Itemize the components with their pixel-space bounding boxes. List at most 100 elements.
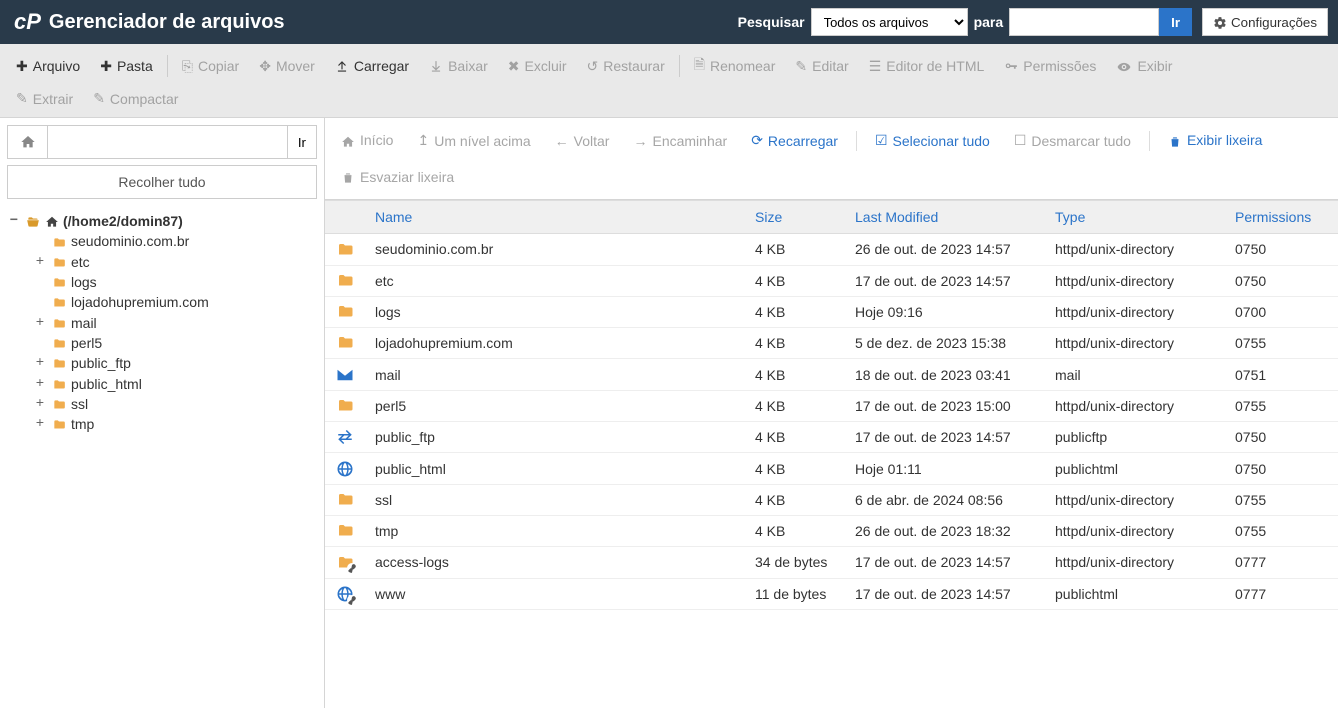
tree-item-label: seudominio.com.br: [71, 233, 189, 249]
expand-icon[interactable]: +: [33, 315, 47, 331]
table-row[interactable]: public_html4 KBHoje 01:11publichtml0750: [325, 453, 1338, 484]
row-last-modified: Hoje 09:16: [845, 296, 1045, 327]
expand-icon[interactable]: [33, 335, 47, 351]
rename-button[interactable]: 🗎Renomear: [684, 48, 786, 84]
expand-icon[interactable]: +: [33, 376, 47, 392]
empty-trash-button[interactable]: Esvaziar lixeira: [331, 163, 464, 191]
restore-button[interactable]: ↺Restaurar: [577, 52, 675, 81]
table-row[interactable]: ssl4 KB6 de abr. de 2024 08:56httpd/unix…: [325, 484, 1338, 515]
folder-icon: [51, 294, 67, 310]
tree-item[interactable]: +public_ftp: [7, 353, 317, 373]
table-row[interactable]: mail4 KB18 de out. de 2023 03:41mail0751: [325, 359, 1338, 390]
tree-item-label: lojadohupremium.com: [71, 294, 209, 310]
expand-icon[interactable]: +: [33, 416, 47, 432]
expand-icon[interactable]: [33, 274, 47, 290]
permissions-button[interactable]: Permissões: [994, 52, 1106, 80]
upload-button[interactable]: Carregar: [325, 52, 419, 80]
tree-item[interactable]: +public_html: [7, 373, 317, 393]
row-icon: [325, 296, 365, 327]
rename-icon: 🗎: [694, 54, 705, 78]
reload-button[interactable]: ⟳Recarregar: [741, 126, 848, 155]
extract-button[interactable]: ✎Extrair: [6, 84, 83, 113]
row-size: 4 KB: [745, 515, 845, 546]
col-size[interactable]: Size: [745, 201, 845, 234]
expand-icon[interactable]: [33, 233, 47, 249]
tree-item[interactable]: +ssl: [7, 394, 317, 414]
path-input[interactable]: [47, 125, 288, 159]
copy-button[interactable]: ⎘Copiar: [172, 52, 249, 81]
view-trash-button[interactable]: Exibir lixeira: [1158, 126, 1272, 154]
tree-item[interactable]: lojadohupremium.com: [7, 292, 317, 312]
edit-button[interactable]: ✎Editar: [785, 52, 858, 81]
col-name[interactable]: Name: [365, 201, 745, 234]
row-name: logs: [365, 296, 745, 327]
html-editor-button[interactable]: ☰Editor de HTML: [859, 52, 995, 81]
col-permissions[interactable]: Permissions: [1225, 201, 1338, 234]
search-go-button[interactable]: Ir: [1159, 8, 1192, 36]
upload-icon: [335, 58, 349, 74]
tree-item[interactable]: +tmp: [7, 414, 317, 434]
select-all-button[interactable]: ☑Selecionar tudo: [865, 126, 1000, 155]
expand-icon[interactable]: +: [33, 355, 47, 371]
table-row[interactable]: public_ftp4 KB17 de out. de 2023 14:57pu…: [325, 422, 1338, 453]
view-button[interactable]: Exibir: [1106, 52, 1182, 80]
new-folder-button[interactable]: ✚Pasta: [90, 52, 163, 81]
home-icon: [341, 132, 355, 148]
search-scope-select[interactable]: Todos os arquivos: [811, 8, 968, 36]
table-row[interactable]: etc4 KB17 de out. de 2023 14:57httpd/uni…: [325, 265, 1338, 296]
nav-home-button[interactable]: Início: [331, 126, 403, 154]
row-size: 4 KB: [745, 234, 845, 265]
nav-back-button[interactable]: ←Voltar: [545, 127, 620, 155]
table-row[interactable]: access-logs34 de bytes17 de out. de 2023…: [325, 547, 1338, 578]
table-row[interactable]: lojadohupremium.com4 KB5 de dez. de 2023…: [325, 328, 1338, 359]
tree-item[interactable]: logs: [7, 272, 317, 292]
home-button[interactable]: [7, 125, 47, 159]
table-row[interactable]: perl54 KB17 de out. de 2023 15:00httpd/u…: [325, 390, 1338, 421]
tree-item[interactable]: perl5: [7, 333, 317, 353]
table-row[interactable]: www11 de bytes17 de out. de 2023 14:57pu…: [325, 578, 1338, 609]
copy-icon: ⎘: [182, 58, 193, 75]
delete-button[interactable]: ✖Excluir: [498, 52, 577, 81]
compress-button[interactable]: ✎Compactar: [83, 84, 188, 113]
row-last-modified: 18 de out. de 2023 03:41: [845, 359, 1045, 390]
row-icon: [325, 484, 365, 515]
extract-icon: ✎: [16, 90, 28, 107]
row-name: www: [365, 578, 745, 609]
expand-icon[interactable]: +: [33, 254, 47, 270]
path-go-button[interactable]: Ir: [288, 125, 317, 159]
cpanel-logo-icon: cP: [14, 9, 41, 35]
settings-button[interactable]: Configurações: [1202, 8, 1328, 36]
collapse-icon[interactable]: −: [7, 213, 21, 229]
row-permissions: 0777: [1225, 547, 1338, 578]
table-row[interactable]: tmp4 KB26 de out. de 2023 18:32httpd/uni…: [325, 515, 1338, 546]
search-input[interactable]: [1009, 8, 1159, 36]
nav-up-button[interactable]: ↥Um nível acima: [407, 126, 540, 155]
row-size: 4 KB: [745, 265, 845, 296]
tree-item[interactable]: seudominio.com.br: [7, 231, 317, 251]
nav-forward-button[interactable]: →Encaminhar: [623, 127, 737, 155]
eye-icon: [1116, 58, 1132, 74]
tree-root[interactable]: − (/home2/domin87): [7, 211, 317, 231]
key-icon: [1004, 58, 1018, 74]
expand-icon[interactable]: [33, 294, 47, 310]
download-button[interactable]: Baixar: [419, 52, 498, 80]
new-file-button[interactable]: ✚Arquivo: [6, 52, 90, 81]
table-row[interactable]: logs4 KBHoje 09:16httpd/unix-directory07…: [325, 296, 1338, 327]
expand-icon[interactable]: +: [33, 396, 47, 412]
folder-icon: [51, 274, 67, 290]
collapse-all-button[interactable]: Recolher tudo: [7, 165, 317, 199]
restore-icon: ↺: [587, 58, 599, 75]
table-row[interactable]: seudominio.com.br4 KB26 de out. de 2023 …: [325, 234, 1338, 265]
tree-item[interactable]: +mail: [7, 312, 317, 332]
col-type[interactable]: Type: [1045, 201, 1225, 234]
move-button[interactable]: ✥Mover: [249, 52, 325, 81]
row-last-modified: 17 de out. de 2023 14:57: [845, 265, 1045, 296]
tree-item[interactable]: +etc: [7, 252, 317, 272]
col-last-modified[interactable]: Last Modified: [845, 201, 1045, 234]
row-size: 34 de bytes: [745, 547, 845, 578]
row-size: 4 KB: [745, 453, 845, 484]
row-size: 4 KB: [745, 296, 845, 327]
row-size: 4 KB: [745, 359, 845, 390]
row-size: 4 KB: [745, 484, 845, 515]
unselect-all-button[interactable]: ☐Desmarcar tudo: [1004, 126, 1141, 155]
